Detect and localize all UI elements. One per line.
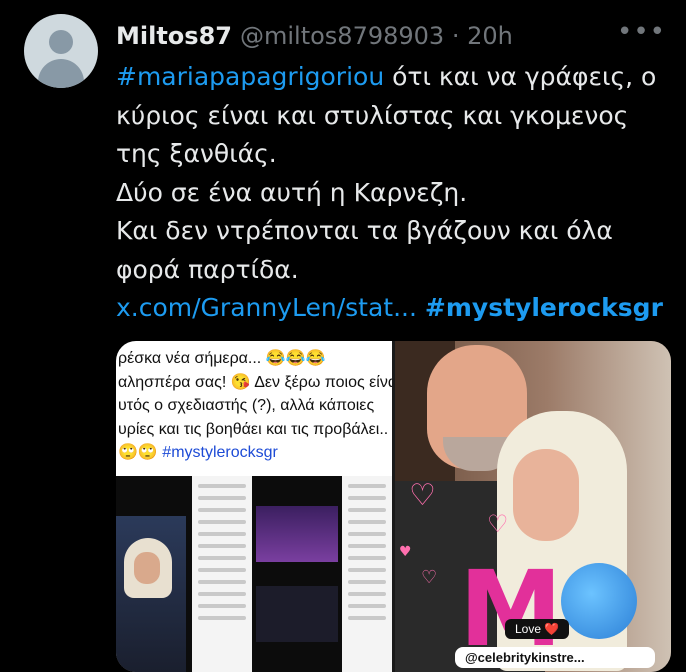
screenshot-collage: [116, 476, 392, 672]
collage-photo: [116, 516, 186, 672]
tweet-media[interactable]: ρέσκα νέα σήμερα... 😂😂😂 αλησπέρα σας! 😘 …: [116, 341, 671, 672]
avatar-head-shape: [49, 30, 73, 54]
love-sticker: Love ❤️: [505, 619, 570, 639]
ellipsis-icon[interactable]: •••: [617, 19, 666, 45]
hashtag-link-2[interactable]: #mystylerocksgr: [425, 293, 663, 322]
avatar[interactable]: [24, 14, 98, 88]
heart-sticker-icon: ♡: [421, 567, 438, 588]
heart-sticker-icon: ♡: [409, 478, 436, 513]
tweet-text: #mariapapagrigoriou ότι και να γράφεις, …: [116, 58, 666, 328]
blue-circle-sticker: [561, 563, 637, 639]
tweet-line-6: φορά παρτίδα.: [116, 254, 299, 284]
tweet-line-1-text: ότι και να γράφεις, ο: [384, 62, 657, 91]
tweet-line-5: Και δεν ντρέπονται τα βγάζουν και όλα: [116, 216, 613, 245]
caption-line: υρίες και τις βοηθάει και τις προβάλει..: [118, 420, 389, 438]
tweet-line-7: x.com/GrannyLen/stat... #mystylerocksgr: [116, 289, 666, 328]
caption-line: αλησπέρα σας! 😘 Δεν ξέρω ποιος είνα: [118, 373, 392, 391]
hashtag-link[interactable]: #mariapapagrigoriou: [116, 62, 384, 91]
collage-video-frame: [256, 586, 338, 642]
caption-line: ρέσκα νέα σήμερα... 😂😂😂: [118, 350, 326, 367]
tweet-line-3: της ξανθιάς.: [116, 139, 277, 168]
caption-line: 🙄🙄 #mystylerocksgr: [118, 444, 278, 461]
collage-feed: [342, 476, 392, 672]
username-sticker: @celebritykinstre...: [455, 647, 655, 668]
url-link[interactable]: x.com/GrannyLen/stat...: [116, 293, 417, 322]
photo-woman-face: [513, 449, 579, 541]
handle-and-time[interactable]: @miltos8798903 · 20h: [240, 22, 513, 50]
tweet-line-4: Δύο σε ένα αυτή η Καρνεζη.: [116, 177, 468, 207]
collage-video-frame: [256, 506, 338, 562]
tweet-header: Miltos87 @miltos8798903 · 20h: [116, 18, 513, 54]
image-caption: ρέσκα νέα σήμερα... 😂😂😂 αλησπέρα σας! 😘 …: [116, 347, 392, 465]
display-name[interactable]: Miltos87: [116, 22, 232, 50]
tweet-line-2: κύριος είναι και στυλίστας και γκομενος: [116, 100, 629, 130]
tweet-line-1: #mariapapagrigoriou ότι και να γράφεις, …: [116, 58, 666, 97]
heart-sticker-icon: ♡: [487, 510, 509, 538]
media-image-left[interactable]: ρέσκα νέα σήμερα... 😂😂😂 αλησπέρα σας! 😘 …: [116, 341, 392, 672]
media-image-right[interactable]: ♡ ♡ ♥ ♡ M Love ❤️ @celebritykinstre...: [395, 341, 671, 672]
heart-sticker-icon: ♥: [399, 544, 412, 560]
avatar-body-shape: [38, 59, 84, 88]
collage-feed: [192, 476, 252, 672]
caption-line: υτός ο σχεδιαστής (?), αλλά κάποιες: [118, 397, 375, 414]
